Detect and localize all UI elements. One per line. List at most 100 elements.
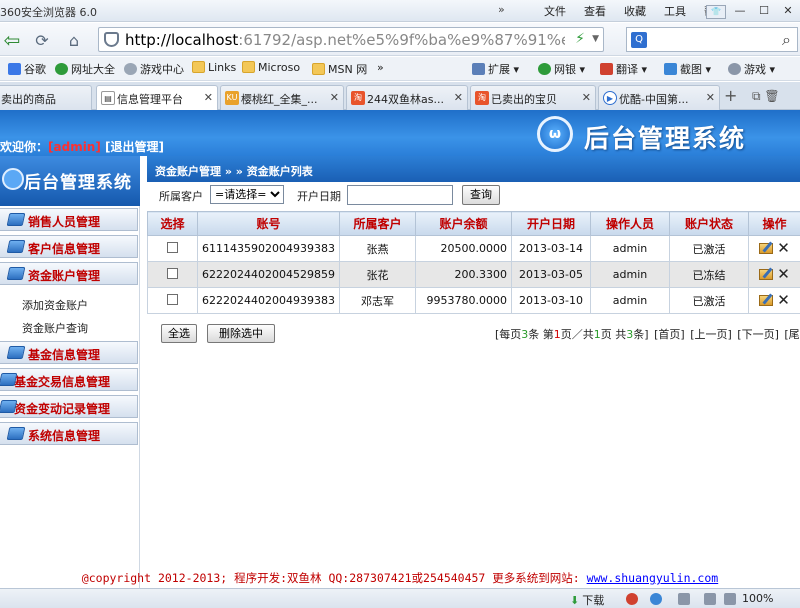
security-shield-icon — [104, 32, 119, 47]
close-tab-icon[interactable]: ✕ — [330, 91, 339, 104]
zoom-level[interactable]: 100% — [742, 592, 773, 605]
close-tab-icon[interactable]: ✕ — [706, 91, 715, 104]
customer-select[interactable]: =请选择= — [210, 185, 284, 204]
delete-icon[interactable]: ✕ — [777, 292, 790, 308]
tool-games[interactable]: 游戏 ▾ — [728, 61, 775, 77]
first-page-link[interactable]: [首页] — [654, 328, 685, 341]
open-date: 2013-03-10 — [511, 287, 591, 314]
skin-button[interactable]: 👕 — [704, 0, 728, 20]
fav-msn[interactable]: MSN 网 — [312, 61, 367, 77]
row-checkbox[interactable] — [167, 242, 178, 253]
col-balance: 账户余额 — [415, 211, 512, 236]
open-date-input[interactable] — [347, 185, 453, 205]
menu-file[interactable]: 文件 — [544, 3, 566, 19]
url-text[interactable]: http://localhost:61792/asp.net%e5%9f%ba%… — [125, 31, 565, 49]
tab-tools-icon[interactable]: ⧉ 🗑 — [752, 89, 780, 104]
refresh-icon[interactable]: ⟳ — [30, 28, 54, 52]
address-bar[interactable]: http://localhost:61792/asp.net%e5%9f%ba%… — [98, 27, 604, 52]
menu-overflow-icon[interactable]: » — [498, 3, 505, 16]
sidebar-title: 后台管理系统 — [0, 156, 140, 206]
sidebar: 后台管理系统 销售人员管理 客户信息管理 资金账户管理 添加资金账户 资金账户查… — [0, 156, 140, 590]
close-tab-icon[interactable]: ✕ — [582, 91, 591, 104]
delete-icon[interactable]: ✕ — [777, 266, 790, 282]
maximize-button[interactable]: ☐ — [752, 0, 776, 20]
play-icon: ▶ — [603, 91, 617, 105]
customer-name: 张花 — [339, 261, 416, 288]
tool-extensions[interactable]: 扩展 ▾ — [472, 61, 519, 77]
delete-icon[interactable]: ✕ — [777, 240, 790, 256]
col-open-date: 开户日期 — [511, 211, 591, 236]
chevron-down-icon[interactable]: ▼ — [592, 34, 599, 44]
fav-microsoft[interactable]: Microso — [242, 61, 300, 74]
delete-selected-button[interactable]: 删除选中 — [207, 324, 275, 343]
menu-tools[interactable]: 工具 — [664, 3, 686, 19]
sidebar-item-account[interactable]: 资金账户管理 — [0, 262, 138, 285]
home-icon[interactable]: ⌂ — [62, 28, 86, 52]
fav-google[interactable]: 谷歌 — [8, 61, 46, 77]
tool-translate[interactable]: 翻译 ▾ — [600, 61, 647, 77]
logout-link[interactable]: [退出管理] — [105, 140, 164, 154]
navigation-bar: ⇦ ⟳ ⌂ http://localhost:61792/asp.net%e5%… — [0, 23, 800, 56]
website-link[interactable]: www.shuangyulin.com — [587, 571, 719, 585]
close-window-button[interactable]: ✕ — [776, 0, 800, 20]
security-icon[interactable] — [626, 593, 638, 605]
sidebar-item-fund[interactable]: 基金信息管理 — [0, 341, 138, 364]
edit-icon[interactable] — [759, 268, 774, 280]
tab-shuangyulin[interactable]: 淘 244双鱼林as... ✕ — [346, 85, 468, 110]
zoom-icon[interactable] — [724, 593, 736, 605]
download-button[interactable]: 下载 — [570, 592, 604, 608]
ie-mode-icon[interactable] — [650, 593, 662, 605]
favorites-overflow-icon[interactable]: » — [377, 61, 384, 74]
next-page-link[interactable]: [下一页] — [737, 328, 779, 341]
fav-hao[interactable]: 网址大全 — [55, 61, 115, 77]
row-checkbox[interactable] — [167, 268, 178, 279]
tool-bank[interactable]: 网银 ▾ — [538, 61, 585, 77]
col-customer: 所属客户 — [339, 211, 416, 236]
menu-arrow-icon — [0, 400, 18, 413]
back-icon[interactable]: ⇦ — [0, 28, 24, 52]
search-engine-icon[interactable]: Q — [631, 32, 647, 48]
tab-sold-baby[interactable]: 淘已卖出的宝贝 ✕ — [470, 85, 596, 110]
gamepad-icon — [728, 63, 741, 75]
globe-icon — [55, 63, 68, 75]
menu-favorites[interactable]: 收藏 — [624, 3, 646, 19]
sidebar-item-customer[interactable]: 客户信息管理 — [0, 235, 138, 258]
open-date: 2013-03-05 — [511, 261, 591, 288]
operator: admin — [590, 261, 670, 288]
sound-icon[interactable] — [704, 593, 716, 605]
fav-links[interactable]: Links — [192, 61, 236, 74]
search-icon[interactable]: ⌕ — [782, 30, 791, 50]
edit-icon[interactable] — [759, 242, 774, 254]
minimize-button[interactable]: — — [728, 0, 752, 20]
sidebar-item-system[interactable]: 系统信息管理 — [0, 422, 138, 445]
search-box[interactable]: Q ⌕ — [626, 27, 798, 52]
speed-mode-icon[interactable]: ⚡ — [575, 31, 585, 47]
sidebar-subitem-query-account[interactable]: 资金账户查询 — [22, 320, 88, 336]
tool-screenshot[interactable]: 截图 ▾ — [664, 61, 711, 77]
new-tab-icon[interactable]: + — [724, 86, 737, 105]
account-number: 6111435902004939383 — [197, 235, 340, 262]
sidebar-item-trade[interactable]: 基金交易信息管理 — [0, 368, 138, 391]
translate-icon — [600, 63, 613, 75]
prev-page-link[interactable]: [上一页] — [690, 328, 732, 341]
select-all-button[interactable]: 全选 — [161, 324, 197, 343]
edit-icon[interactable] — [759, 294, 774, 306]
fav-game-center[interactable]: 游戏中心 — [124, 61, 184, 77]
accelerator-icon[interactable] — [678, 593, 690, 605]
menu-view[interactable]: 查看 — [584, 3, 606, 19]
sidebar-subitem-add-account[interactable]: 添加资金账户 — [22, 297, 88, 313]
sidebar-item-change[interactable]: 资金变动记录管理 — [0, 395, 138, 418]
balance: 20500.0000 — [415, 235, 512, 262]
tab-cherry[interactable]: KU 樱桃红_全集_... ✕ — [220, 85, 344, 110]
close-tab-icon[interactable]: ✕ — [204, 91, 213, 104]
tab-youku[interactable]: ▶ 优酷-中国第... ✕ — [598, 85, 720, 110]
tab-info-platform[interactable]: ▤ 信息管理平台 ✕ — [96, 85, 218, 110]
close-tab-icon[interactable]: ✕ — [454, 91, 463, 104]
customer-filter-label: 所属客户 — [159, 190, 203, 203]
row-checkbox[interactable] — [167, 294, 178, 305]
last-page-link[interactable]: [尾页] — [784, 328, 800, 341]
query-button[interactable]: 查询 — [462, 185, 500, 205]
folder-icon — [242, 61, 255, 73]
sidebar-item-sales[interactable]: 销售人员管理 — [0, 208, 138, 231]
tab-sold-items[interactable]: 卖出的商品 — [0, 85, 92, 110]
